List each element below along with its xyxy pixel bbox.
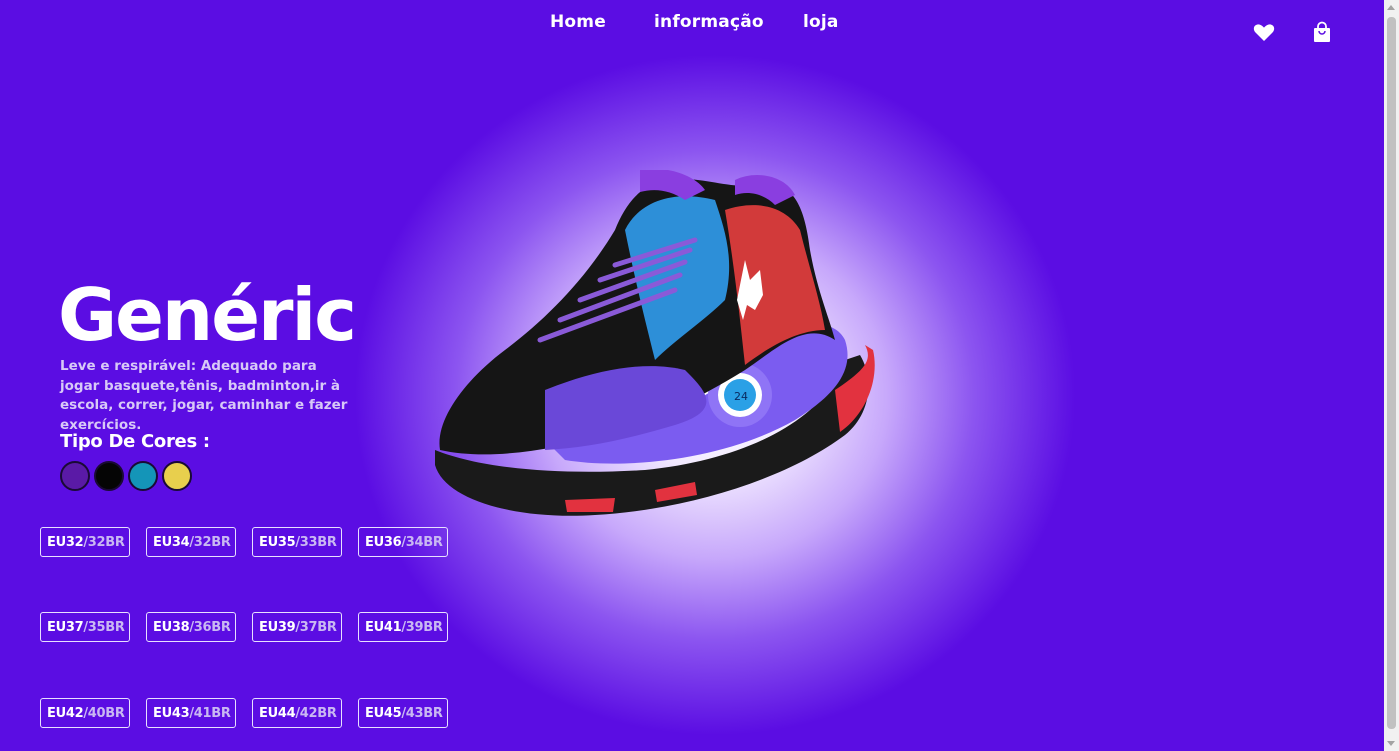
size-eu-label: EU34 xyxy=(153,534,190,550)
colors-label: Tipo De Cores : xyxy=(60,431,210,452)
size-option-eu42[interactable]: EU42/40BR xyxy=(40,698,130,728)
size-br-label: /41BR xyxy=(189,705,231,721)
vertical-scrollbar[interactable] xyxy=(1384,0,1399,751)
size-br-label: /35BR xyxy=(83,619,125,635)
svg-text:24: 24 xyxy=(734,390,748,403)
size-eu-label: EU32 xyxy=(47,534,84,550)
size-eu-label: EU42 xyxy=(47,705,84,721)
scroll-down-arrow-icon[interactable] xyxy=(1387,741,1395,746)
nav-home[interactable]: Home xyxy=(550,12,606,32)
color-swatch-black[interactable] xyxy=(94,461,124,491)
size-eu-label: EU36 xyxy=(365,534,402,550)
size-br-label: /40BR xyxy=(83,705,125,721)
color-swatch-teal[interactable] xyxy=(128,461,158,491)
heart-icon[interactable] xyxy=(1252,20,1276,44)
size-option-eu34[interactable]: EU34/32BR xyxy=(146,527,236,557)
shopping-bag-icon[interactable] xyxy=(1310,20,1334,44)
size-br-label: /42BR xyxy=(295,705,337,721)
size-eu-label: EU35 xyxy=(259,534,296,550)
size-eu-label: EU45 xyxy=(365,705,402,721)
color-swatch-yellow[interactable] xyxy=(162,461,192,491)
product-description: Leve e respirável: Adequado para jogar b… xyxy=(60,358,348,433)
size-br-label: /34BR xyxy=(401,534,443,550)
size-br-label: /43BR xyxy=(401,705,443,721)
scrollbar-thumb[interactable] xyxy=(1387,17,1396,729)
main-nav: Home informação loja xyxy=(0,10,1384,40)
size-option-eu45[interactable]: EU45/43BR xyxy=(358,698,448,728)
size-br-label: /39BR xyxy=(401,619,443,635)
size-eu-label: EU43 xyxy=(153,705,190,721)
nav-informacao[interactable]: informação xyxy=(654,12,764,32)
size-br-label: /32BR xyxy=(83,534,125,550)
size-br-label: /37BR xyxy=(295,619,337,635)
size-eu-label: EU39 xyxy=(259,619,296,635)
product-title: Genéric xyxy=(58,273,357,357)
size-option-eu35[interactable]: EU35/33BR xyxy=(252,527,342,557)
size-option-eu36[interactable]: EU36/34BR xyxy=(358,527,448,557)
size-eu-label: EU41 xyxy=(365,619,402,635)
size-br-label: /36BR xyxy=(189,619,231,635)
size-eu-label: EU44 xyxy=(259,705,296,721)
product-image-sneaker: 24 xyxy=(435,170,875,516)
size-eu-label: EU37 xyxy=(47,619,84,635)
size-br-label: /33BR xyxy=(295,534,337,550)
size-option-eu43[interactable]: EU43/41BR xyxy=(146,698,236,728)
size-eu-label: EU38 xyxy=(153,619,190,635)
size-option-eu39[interactable]: EU39/37BR xyxy=(252,612,342,642)
size-option-eu37[interactable]: EU37/35BR xyxy=(40,612,130,642)
color-swatch-purple[interactable] xyxy=(60,461,90,491)
size-br-label: /32BR xyxy=(189,534,231,550)
size-option-eu41[interactable]: EU41/39BR xyxy=(358,612,448,642)
nav-loja[interactable]: loja xyxy=(803,12,839,32)
size-option-eu44[interactable]: EU44/42BR xyxy=(252,698,342,728)
size-option-eu32[interactable]: EU32/32BR xyxy=(40,527,130,557)
scroll-up-arrow-icon[interactable] xyxy=(1387,5,1395,10)
size-option-eu38[interactable]: EU38/36BR xyxy=(146,612,236,642)
